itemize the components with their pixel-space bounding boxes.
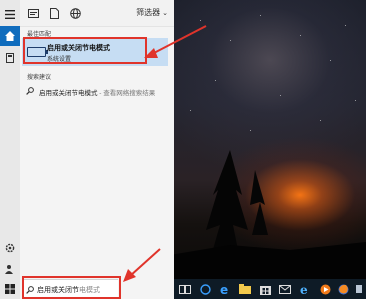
apps-icon[interactable] (26, 6, 40, 20)
filter-dropdown[interactable]: 筛选器 ⌄ (136, 7, 168, 18)
windows-logo-icon[interactable] (0, 279, 20, 299)
annotation-arrow-bottom (123, 248, 161, 282)
feedback-icon[interactable] (0, 259, 20, 279)
home-icon[interactable] (0, 26, 20, 46)
start-rail (0, 0, 21, 299)
filter-label: 筛选器 (136, 8, 161, 17)
search-suggestions-heading: 搜索建议 (27, 75, 52, 81)
trees-silhouette (170, 150, 366, 280)
annotation-box-result (23, 37, 147, 64)
chevron-down-icon: ⌄ (162, 9, 168, 17)
file-explorer-icon[interactable] (238, 282, 252, 296)
cortana-icon[interactable] (198, 282, 212, 296)
ie-icon[interactable]: e (298, 282, 312, 296)
search-icon (26, 87, 34, 95)
edge-icon[interactable]: e (218, 282, 232, 296)
svg-text:e: e (220, 283, 228, 295)
settings-icon[interactable] (0, 238, 20, 258)
notebook-icon[interactable] (0, 48, 20, 68)
media-icon[interactable] (318, 282, 332, 296)
suggestion-query: 启用或关闭节电模式 (39, 90, 98, 97)
mail-icon[interactable] (278, 282, 292, 296)
hamburger-icon[interactable] (0, 4, 20, 24)
more-icon[interactable] (352, 282, 366, 296)
annotation-box-search (22, 276, 121, 299)
search-suggestion-item[interactable]: 启用或关闭节电模式 - 查看网络搜索结果 (20, 84, 174, 98)
annotation-arrow-top (144, 25, 207, 58)
firefox-icon[interactable] (336, 282, 350, 296)
suggestion-hint: - 查看网络搜索结果 (97, 90, 156, 97)
documents-icon[interactable] (47, 6, 61, 20)
svg-text:e: e (300, 283, 308, 295)
web-icon[interactable] (68, 6, 82, 20)
task-view-icon[interactable] (178, 282, 192, 296)
taskbar: e e (174, 279, 366, 299)
store-icon[interactable] (258, 282, 272, 296)
